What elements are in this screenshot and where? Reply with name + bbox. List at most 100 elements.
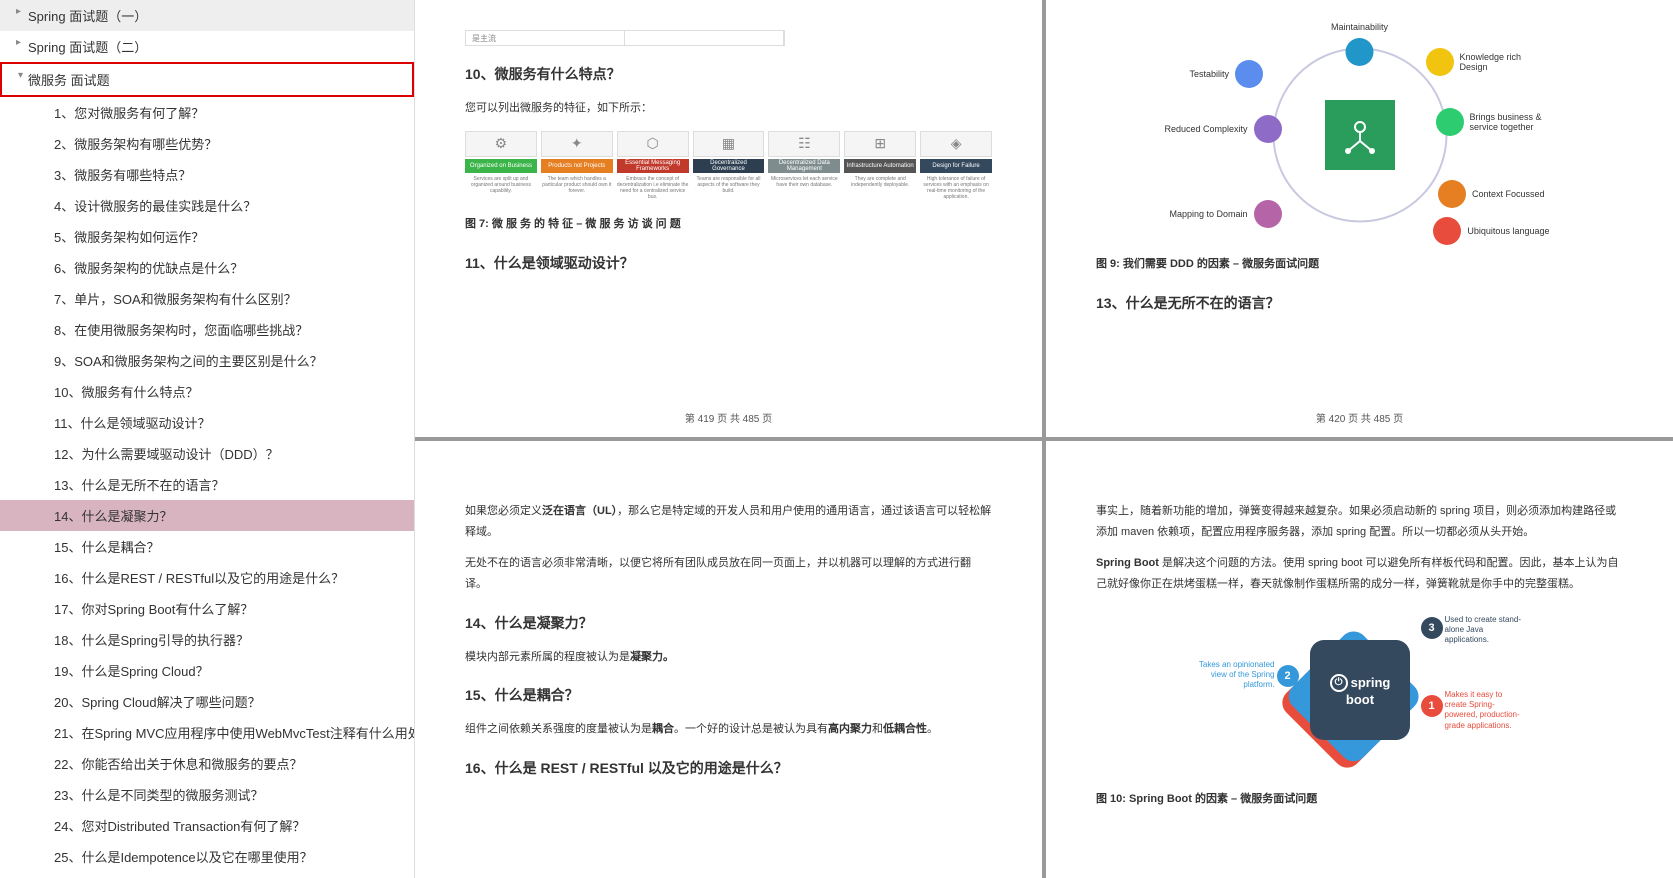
- paragraph: 如果您必须定义泛在语言（UL），那么它是特定域的开发人员和用户使用的通用语言，通…: [465, 501, 992, 543]
- feature-label: Decentralized Governance: [693, 159, 765, 173]
- outline-item[interactable]: 21、在Spring MVC应用程序中使用WebMvcTest注释有什么用处？: [0, 717, 414, 748]
- ddd-node: Context Focussed: [1438, 180, 1545, 208]
- ddd-circle-icon: [1426, 48, 1454, 76]
- outline-item[interactable]: 16、什么是REST / RESTful以及它的用途是什么？: [0, 562, 414, 593]
- page-421: 如果您必须定义泛在语言（UL），那么它是特定域的开发人员和用户使用的通用语言，通…: [415, 441, 1042, 878]
- outline-item[interactable]: 1、您对微服务有何了解？: [0, 97, 414, 128]
- outline-item[interactable]: 14、什么是凝聚力？: [0, 500, 414, 531]
- heading-15: 15、什么是耦合？: [465, 685, 992, 705]
- ddd-circle-icon: [1438, 180, 1466, 208]
- table-row: 是主流: [465, 30, 785, 46]
- outline-item[interactable]: 10、微服务有什么特点？: [0, 376, 414, 407]
- ddd-circle-icon: [1436, 108, 1464, 136]
- document-pages: 是主流 10、微服务有什么特点？ 您可以列出微服务的特征，如下所示： ⚙Orga…: [415, 0, 1673, 878]
- outline-item[interactable]: 25、什么是Idempotence以及它在哪里使用？: [0, 841, 414, 872]
- outline-item[interactable]: 18、什么是Spring引导的执行器？: [0, 624, 414, 655]
- ddd-label: Mapping to Domain: [1170, 209, 1248, 219]
- ddd-label: Brings business & service together: [1470, 112, 1560, 132]
- ddd-node: Knowledge rich Design: [1426, 48, 1550, 76]
- ddd-diagram: MaintainabilityKnowledge rich DesignBrin…: [1200, 30, 1520, 240]
- spring-logo-stack: ⏻spring boot: [1289, 619, 1430, 760]
- app-root: Spring 面试题（一）Spring 面试题（二）微服务 面试题1、您对微服务…: [0, 0, 1673, 878]
- feature-icon: ☷: [768, 131, 840, 157]
- outline-item[interactable]: 15、什么是耦合？: [0, 531, 414, 562]
- feature-box: ◈ Design for Failure High tolerance of fai…: [920, 131, 992, 200]
- ddd-node: Ubiquitous language: [1433, 217, 1549, 245]
- paragraph: 模块内部元素所属的程度被认为是凝聚力。: [465, 647, 992, 668]
- feature-icon: ✦: [541, 131, 613, 157]
- ddd-node: Maintainability: [1331, 22, 1388, 66]
- page-422: 事实上，随着新功能的增加，弹簧变得越来越复杂。如果必须启动新的 spring 项…: [1046, 441, 1673, 878]
- ddd-node: Brings business & service together: [1436, 108, 1560, 136]
- feature-label: Essential Messaging Frameworks: [617, 159, 689, 173]
- outline-item[interactable]: 8、在使用微服务架构时，您面临哪些挑战？: [0, 314, 414, 345]
- outline-item[interactable]: 23、什么是不同类型的微服务测试？: [0, 779, 414, 810]
- feature-label: Decentralized Data Management: [768, 159, 840, 173]
- outline-item[interactable]: Spring 面试题（一）: [0, 0, 414, 31]
- outline-item[interactable]: 5、微服务架构如何运作？: [0, 221, 414, 252]
- feature-box: ⊞Infrastructure AutomationThey are compl…: [844, 131, 916, 200]
- outline-item[interactable]: 13、什么是无所不在的语言？: [0, 469, 414, 500]
- ddd-label: Testability: [1190, 69, 1230, 79]
- outline-item[interactable]: 6、微服务架构的优缺点是什么？: [0, 252, 414, 283]
- outline-item[interactable]: 17、你对Spring Boot有什么了解？: [0, 593, 414, 624]
- paragraph: Spring Boot 是解决这个问题的方法。使用 spring boot 可以…: [1096, 553, 1623, 595]
- spring-label-2: Takes an opinionated view of the Spring …: [1195, 660, 1275, 691]
- ddd-circle-icon: [1254, 200, 1282, 228]
- heading-13: 13、什么是无所不在的语言？: [1096, 293, 1623, 313]
- outline-item[interactable]: 微服务 面试题: [0, 62, 414, 97]
- outline-item[interactable]: 26、什么是有界上下文？: [0, 872, 414, 878]
- feature-icon: ▦: [693, 131, 765, 157]
- page-footer: 第 419 页 共 485 页: [415, 410, 1042, 425]
- outline-item[interactable]: Spring 面试题（二）: [0, 31, 414, 62]
- ddd-label: Context Focussed: [1472, 189, 1545, 199]
- outline-item[interactable]: 20、Spring Cloud解决了哪些问题？: [0, 686, 414, 717]
- spring-label-3: Used to create stand-alone Java applicat…: [1445, 615, 1525, 646]
- badge-3: 3: [1421, 617, 1443, 639]
- features-diagram: ⚙ Organized on Business Services are split…: [465, 131, 992, 200]
- badge-1: 1: [1421, 695, 1443, 717]
- ddd-label: Reduced Complexity: [1165, 124, 1248, 134]
- outline-item[interactable]: 3、微服务有哪些特点？: [0, 159, 414, 190]
- table-cell: 是主流: [466, 31, 625, 45]
- figure-caption-9: 图 9: 我们需要 DDD 的因素 – 微服务面试问题: [1096, 254, 1623, 275]
- feature-label: Infrastructure Automation: [844, 159, 916, 173]
- ddd-node: Testability: [1190, 60, 1264, 88]
- page-419: 是主流 10、微服务有什么特点？ 您可以列出微服务的特征，如下所示： ⚙Orga…: [415, 0, 1042, 437]
- feature-desc: High tolerance of failure of services wi…: [920, 176, 992, 200]
- outline-item[interactable]: 4、设计微服务的最佳实践是什么？: [0, 190, 414, 221]
- figure-caption-7: 图 7: 微 服 务 的 特 征 – 微 服 务 访 谈 问 题: [465, 214, 992, 235]
- heading-14: 14、什么是凝聚力？: [465, 613, 992, 633]
- heading-10: 10、微服务有什么特点？: [465, 64, 992, 84]
- outline-sidebar[interactable]: Spring 面试题（一）Spring 面试题（二）微服务 面试题1、您对微服务…: [0, 0, 415, 878]
- page-footer: 第 420 页 共 485 页: [1046, 410, 1673, 425]
- feature-icon: ⬡: [617, 131, 689, 157]
- feature-box: ☷Decentralized Data ManagementMicroservi…: [768, 131, 840, 200]
- badge-2: 2: [1277, 665, 1299, 687]
- spring-boot-diagram: ⏻spring boot Takes an opinionated view o…: [1195, 605, 1525, 775]
- feature-desc: Teams are responsible for all aspects of…: [693, 176, 765, 194]
- feature-icon: ◈: [920, 131, 992, 157]
- feature-icon: ⚙: [465, 131, 537, 157]
- ddd-circle-icon: [1346, 38, 1374, 66]
- feature-label: Design for Failure: [920, 159, 992, 173]
- feature-label: Organized on Business: [465, 159, 537, 173]
- outline-item[interactable]: 24、您对Distributed Transaction有何了解？: [0, 810, 414, 841]
- feature-box: ⬡Essential Messaging FrameworksEmbrace t…: [617, 131, 689, 200]
- outline-item[interactable]: 2、微服务架构有哪些优势？: [0, 128, 414, 159]
- outline-item[interactable]: 22、你能否给出关于休息和微服务的要点？: [0, 748, 414, 779]
- paragraph: 无处不在的语言必须非常清晰，以便它将所有团队成员放在同一页面上，并以机器可以理解…: [465, 553, 992, 595]
- outline-item[interactable]: 7、单片，SOA和微服务架构有什么区别？: [0, 283, 414, 314]
- ddd-label: Knowledge rich Design: [1460, 52, 1550, 72]
- ddd-node: Reduced Complexity: [1165, 115, 1282, 143]
- outline-item[interactable]: 19、什么是Spring Cloud？: [0, 655, 414, 686]
- paragraph: 组件之间依赖关系强度的度量被认为是耦合。一个好的设计总是被认为具有高内聚力和低耦…: [465, 719, 992, 740]
- outline-item[interactable]: 12、为什么需要域驱动设计（DDD）？: [0, 438, 414, 469]
- heading-11: 11、什么是领域驱动设计？: [465, 253, 992, 273]
- outline-item[interactable]: 11、什么是领域驱动设计？: [0, 407, 414, 438]
- feature-desc: Services are split up and organized arou…: [465, 176, 537, 194]
- page-420: Maintainability Knowledge rich Design Brin…: [1046, 0, 1673, 437]
- figure-caption-10: 图 10: Spring Boot 的因素 – 微服务面试问题: [1096, 789, 1623, 810]
- outline-item[interactable]: 9、SOA和微服务架构之间的主要区别是什么？: [0, 345, 414, 376]
- feature-desc: They are complete and independently depl…: [844, 176, 916, 188]
